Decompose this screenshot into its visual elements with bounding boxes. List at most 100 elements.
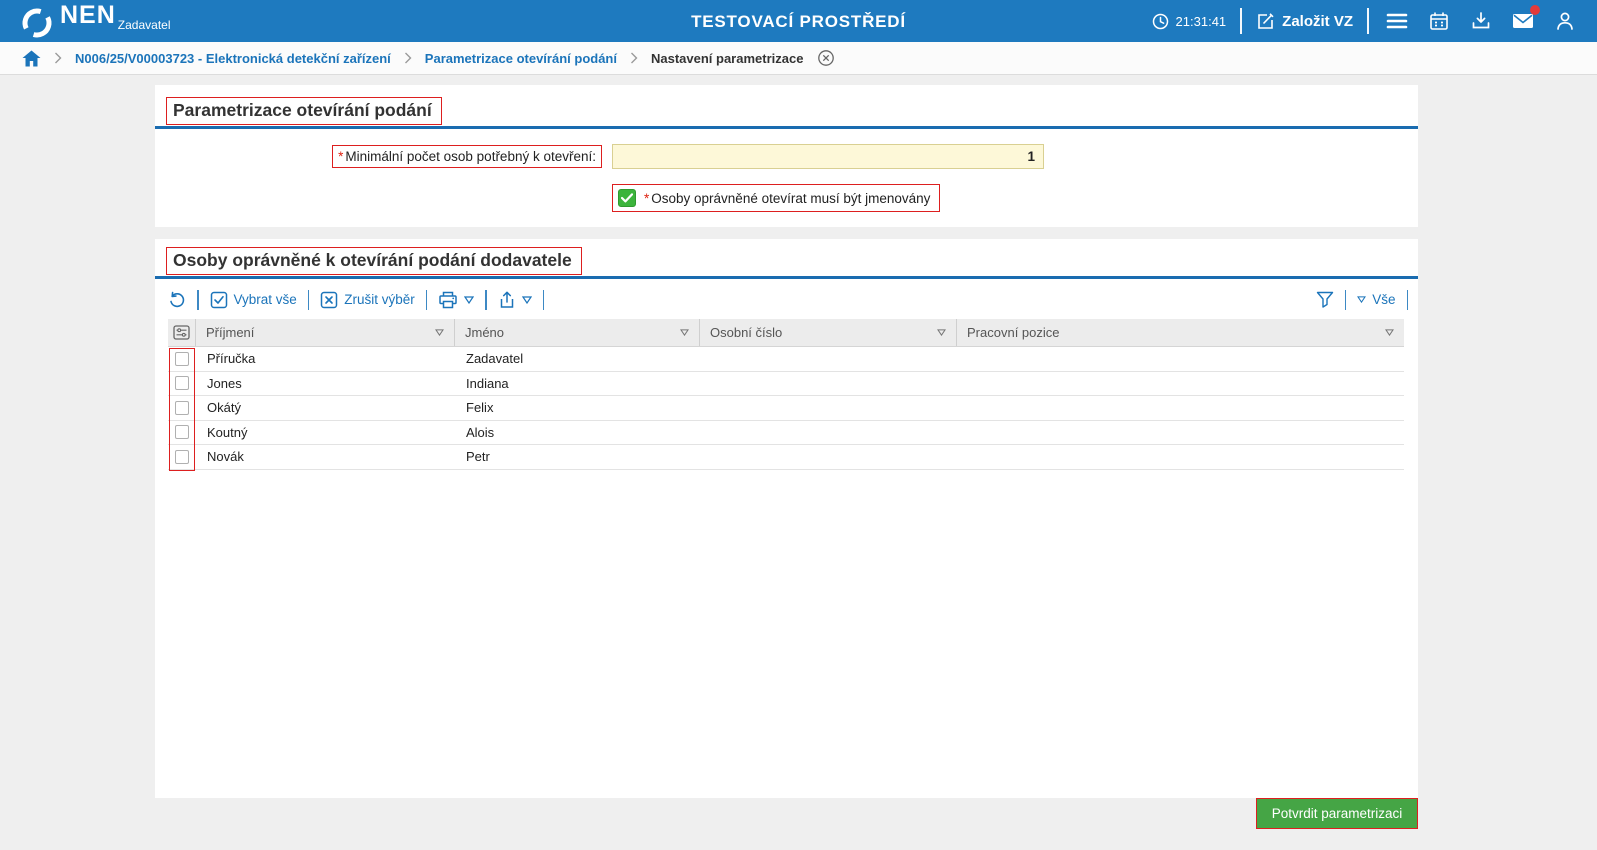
cell-osobni-cislo (700, 445, 957, 469)
cell-pracovni-pozice (957, 421, 1404, 445)
select-all-button[interactable]: Vybrat vše (210, 291, 297, 309)
header-divider (1240, 8, 1243, 34)
checkbox-checked-icon (210, 291, 227, 308)
checkbox-clear-icon (321, 291, 338, 308)
table-row[interactable]: Jones Indiana (168, 371, 1404, 396)
header-actions: 21:31:41 Založit VZ (1152, 0, 1579, 42)
authorized-persons-section: Osoby oprávněné k otevírání podání dodav… (155, 239, 1418, 798)
unread-badge (1530, 5, 1540, 15)
app-window: NEN Zadavatel TESTOVACÍ PROSTŘEDÍ 21:31:4… (0, 0, 1597, 850)
min-persons-input[interactable] (612, 144, 1044, 169)
clear-selection-button[interactable]: Zrušit výběr (320, 291, 415, 309)
cell-osobni-cislo (700, 372, 957, 396)
column-header-prijmeni[interactable]: Příjmení (196, 319, 455, 346)
named-checkbox[interactable] (618, 189, 636, 207)
column-header-jmeno[interactable]: Jméno (455, 319, 700, 346)
export-button[interactable] (498, 291, 532, 309)
calendar-button[interactable] (1425, 7, 1453, 35)
row-checkbox[interactable] (175, 400, 189, 415)
column-filter-icon[interactable] (937, 329, 946, 336)
table-row[interactable]: Koutný Alois (168, 420, 1404, 445)
breadcrumb-item-current: Nastavení parametrizace (650, 50, 804, 66)
close-tab-button[interactable] (816, 48, 836, 68)
row-checkbox[interactable] (175, 351, 189, 366)
cell-jmeno: Alois (466, 424, 495, 440)
cell-jmeno: Felix (466, 400, 494, 416)
breadcrumb: N006/25/V00003723 - Elektronická detekčn… (0, 42, 1597, 75)
top-header: NEN Zadavatel TESTOVACÍ PROSTŘEDÍ 21:31:4… (0, 0, 1597, 42)
home-icon (22, 50, 41, 66)
user-button[interactable] (1551, 7, 1579, 35)
parametrization-section: Parametrizace otevírání podání * Minimáln… (155, 85, 1418, 227)
column-header-osobni-cislo[interactable]: Osobní číslo (700, 319, 957, 346)
session-time: 21:31:41 (1175, 13, 1227, 29)
table-row[interactable]: Okátý Felix (168, 396, 1404, 421)
chevron-right-icon (630, 52, 638, 64)
hamburger-icon (1386, 13, 1408, 29)
cell-jmeno: Petr (466, 449, 490, 465)
printer-icon (439, 291, 458, 308)
cell-osobni-cislo (700, 396, 957, 420)
named-persons-row: * Osoby oprávněné otevírat musí být jmeno… (612, 184, 941, 212)
cell-pracovni-pozice (957, 372, 1404, 396)
dropdown-triangle-icon (1357, 296, 1367, 303)
filter-button[interactable] (1316, 291, 1334, 308)
row-checkbox[interactable] (175, 376, 189, 391)
row-checkbox[interactable] (175, 425, 189, 440)
edit-icon (1258, 12, 1274, 29)
column-header-pracovni-pozice[interactable]: Pracovní pozice (957, 319, 1404, 346)
column-filter-icon[interactable] (435, 329, 444, 336)
table-row[interactable]: Novák Petr (168, 445, 1404, 470)
funnel-icon (1316, 291, 1333, 308)
menu-button[interactable] (1383, 7, 1411, 35)
mail-icon (1513, 14, 1533, 28)
required-mark: * (338, 149, 344, 164)
clock-icon (1152, 13, 1168, 29)
cell-jmeno: Indiana (466, 375, 509, 391)
cell-prijmeni: Jones (207, 375, 242, 391)
column-filter-icon[interactable] (1385, 329, 1394, 336)
clear-selection-label: Zrušit výběr (344, 292, 415, 307)
table-row[interactable]: Příručka Zadavatel (168, 347, 1404, 372)
check-icon (621, 193, 633, 203)
create-vz-label: Založit VZ (1282, 12, 1353, 30)
table-header-row: Příjmení Jméno Osobní číslo Pracovní poz… (168, 319, 1404, 347)
cell-prijmeni: Příručka (207, 351, 256, 367)
cell-prijmeni: Koutný (207, 424, 248, 440)
session-clock: 21:31:41 (1152, 13, 1227, 30)
chevron-right-icon (54, 52, 62, 64)
download-tray-icon (1472, 12, 1490, 29)
home-button[interactable] (22, 50, 41, 67)
refresh-icon (170, 291, 185, 307)
messages-button[interactable] (1509, 5, 1540, 35)
cell-pracovni-pozice (957, 347, 1404, 371)
breadcrumb-item-parametrization[interactable]: Parametrizace otevírání podání (425, 51, 617, 66)
min-persons-label: * Minimální počet osob potřebný k otevřen… (332, 145, 602, 168)
cell-pracovni-pozice (957, 396, 1404, 420)
print-button[interactable] (438, 291, 475, 309)
calendar-icon (1430, 12, 1448, 30)
dropdown-triangle-icon (464, 295, 475, 304)
downloads-button[interactable] (1467, 7, 1495, 35)
section-title-persons: Osoby oprávněné k otevírání podání dodav… (166, 247, 582, 275)
confirm-parametrization-button[interactable]: Potvrdit parametrizaci (1256, 798, 1418, 829)
section-divider (155, 126, 1418, 129)
cell-osobni-cislo (700, 347, 957, 371)
create-vz-button[interactable]: Založit VZ (1256, 12, 1353, 31)
column-settings-button[interactable] (168, 319, 196, 346)
required-mark: * (644, 190, 650, 206)
filter-scope-selector[interactable]: Vše (1357, 292, 1396, 307)
min-persons-row: * Minimální počet osob potřebný k otevřen… (155, 144, 1418, 169)
column-settings-icon (173, 325, 190, 340)
row-checkbox[interactable] (175, 449, 189, 464)
header-divider (1367, 8, 1369, 34)
refresh-button[interactable] (168, 291, 186, 309)
cell-pracovni-pozice (957, 445, 1404, 469)
section-title-parametrization: Parametrizace otevírání podání (166, 97, 442, 125)
close-circle-icon (818, 50, 835, 66)
breadcrumb-item-case[interactable]: N006/25/V00003723 - Elektronická detekčn… (75, 51, 391, 66)
named-checkbox-label: * Osoby oprávněné otevírat musí být jmeno… (644, 190, 931, 206)
column-filter-icon[interactable] (680, 329, 689, 336)
dropdown-triangle-icon (521, 295, 532, 304)
persons-table: Příjmení Jméno Osobní číslo Pracovní poz… (168, 319, 1404, 471)
